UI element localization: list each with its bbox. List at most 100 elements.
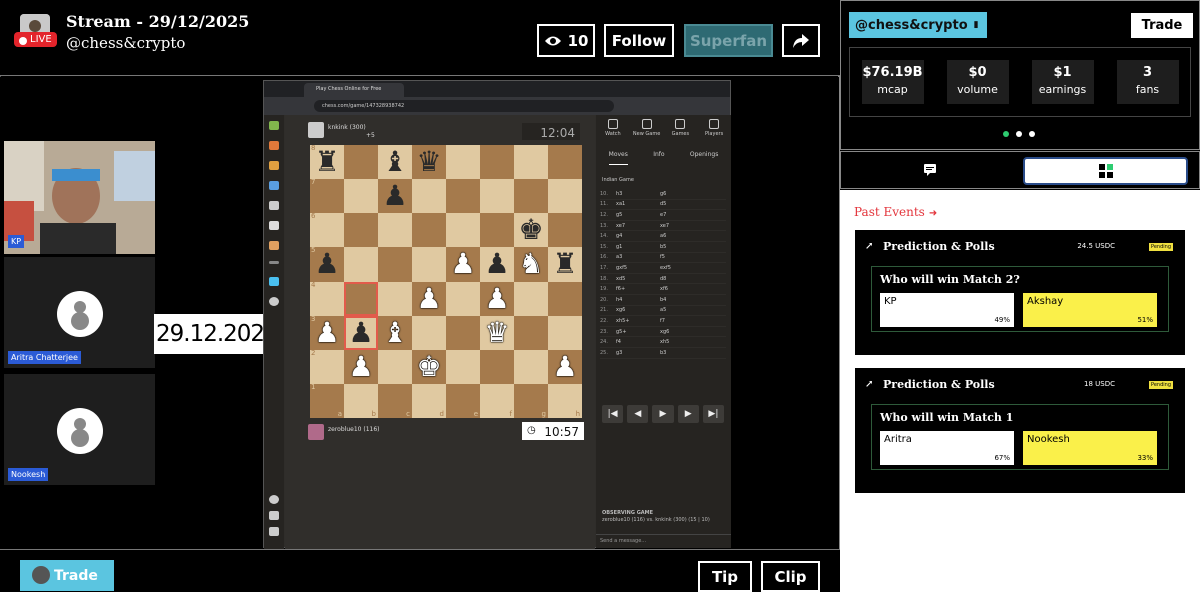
superfan-button[interactable]: Superfan: [684, 24, 773, 57]
board-square[interactable]: [514, 315, 548, 350]
move-row[interactable]: 18. xd5 d8: [600, 274, 726, 285]
white-king-piece[interactable]: ♚: [416, 352, 441, 381]
follow-button[interactable]: Follow: [604, 24, 674, 57]
board-square[interactable]: ♟: [378, 179, 412, 214]
board-square[interactable]: ♚: [514, 213, 548, 248]
board-square[interactable]: [378, 349, 412, 384]
board-square[interactable]: ♜: [548, 247, 582, 282]
board-square[interactable]: [446, 281, 480, 316]
board-square[interactable]: [446, 349, 480, 384]
move-row[interactable]: 17. gxf5 exf5: [600, 263, 726, 274]
board-square[interactable]: ♞: [514, 247, 548, 282]
board-square[interactable]: [480, 349, 514, 384]
poll-card[interactable]: ↗ Prediction & Polls 18 USDC Pending Who…: [855, 368, 1185, 493]
black-rook-piece[interactable]: ♜: [552, 250, 577, 278]
board-square[interactable]: ♝: [378, 315, 412, 350]
watch-tab[interactable]: Watch: [598, 119, 628, 149]
board-square[interactable]: 1a: [310, 383, 344, 418]
board-square[interactable]: [344, 145, 378, 180]
tab-chat[interactable]: [841, 152, 1021, 188]
carousel-dots[interactable]: [1003, 131, 1035, 137]
trade-button[interactable]: Trade: [20, 560, 114, 591]
board-square[interactable]: h: [548, 383, 582, 418]
board-square[interactable]: ♛: [480, 315, 514, 350]
board-square[interactable]: [412, 315, 446, 350]
move-row[interactable]: 24. f4 xh5: [600, 337, 726, 348]
new-game-tab[interactable]: New Game: [632, 119, 662, 149]
board-square[interactable]: [480, 145, 514, 180]
board-square[interactable]: ♟: [344, 349, 378, 384]
players-tab[interactable]: Players: [699, 119, 729, 149]
board-square[interactable]: [548, 145, 582, 180]
stream-username[interactable]: @chess&crypto: [66, 34, 185, 52]
prev-move-button[interactable]: ◀: [627, 405, 649, 423]
move-row[interactable]: 19. f6+ xf6: [600, 284, 726, 295]
white-pawn-piece[interactable]: ♟: [450, 250, 475, 278]
board-square[interactable]: ♟: [548, 349, 582, 384]
board-square[interactable]: [548, 281, 582, 316]
black-rook-piece[interactable]: ♜: [314, 148, 339, 176]
board-square[interactable]: [344, 179, 378, 214]
move-row[interactable]: 16. a3 f5: [600, 253, 726, 264]
poll-option[interactable]: Akshay 51%: [1023, 293, 1157, 327]
board-square[interactable]: [548, 315, 582, 350]
board-square[interactable]: d: [412, 383, 446, 418]
black-pawn-piece[interactable]: ♟: [348, 318, 373, 347]
sidebar-trade-button[interactable]: Trade: [1131, 13, 1193, 38]
black-king-piece[interactable]: ♚: [518, 216, 543, 244]
white-pawn-piece[interactable]: ♟: [314, 318, 339, 347]
board-square[interactable]: [412, 179, 446, 214]
board-square[interactable]: [378, 281, 412, 316]
move-row[interactable]: 25. g3 b3: [600, 348, 726, 359]
message-input[interactable]: Send a message...: [596, 534, 731, 548]
tab-moves[interactable]: Moves: [608, 151, 628, 165]
board-square[interactable]: [548, 179, 582, 214]
board-square[interactable]: [480, 213, 514, 248]
board-square[interactable]: c: [378, 383, 412, 418]
move-row[interactable]: 23. g5+ xg6: [600, 327, 726, 338]
black-pawn-piece[interactable]: ♟: [314, 250, 339, 278]
board-square[interactable]: ♟: [446, 247, 480, 282]
tab-markets[interactable]: [1023, 157, 1188, 185]
black-pawn-piece[interactable]: ♟: [382, 182, 407, 210]
tab-openings[interactable]: Openings: [690, 151, 718, 165]
move-row[interactable]: 14. g4 a6: [600, 231, 726, 242]
move-row[interactable]: 15. g1 b5: [600, 242, 726, 253]
games-tab[interactable]: Games: [665, 119, 695, 149]
board-square[interactable]: [446, 145, 480, 180]
board-square[interactable]: [514, 179, 548, 214]
board-square[interactable]: 4: [310, 281, 344, 316]
board-square[interactable]: [344, 213, 378, 248]
black-bishop-piece[interactable]: ♝: [382, 148, 407, 176]
move-row[interactable]: 11. xa1 d5: [600, 200, 726, 211]
board-square[interactable]: [412, 213, 446, 248]
poll-option[interactable]: Nookesh 33%: [1023, 431, 1157, 465]
white-knight-piece[interactable]: ♞: [518, 250, 543, 278]
board-square[interactable]: [514, 281, 548, 316]
board-square[interactable]: ♛: [412, 145, 446, 180]
board-square[interactable]: [344, 247, 378, 282]
board-square[interactable]: [514, 349, 548, 384]
move-row[interactable]: 20. h4 b4: [600, 295, 726, 306]
participant-tile-kp[interactable]: KP: [4, 141, 155, 254]
board-square[interactable]: ♟: [480, 247, 514, 282]
board-square[interactable]: ♟: [480, 281, 514, 316]
poll-option[interactable]: KP 49%: [880, 293, 1014, 327]
board-square[interactable]: [344, 281, 378, 316]
board-square[interactable]: [446, 213, 480, 248]
viewers-count-button[interactable]: 10: [537, 24, 595, 57]
board-square[interactable]: [412, 247, 446, 282]
board-square[interactable]: g: [514, 383, 548, 418]
board-square[interactable]: [378, 247, 412, 282]
tip-button[interactable]: Tip: [698, 561, 752, 592]
board-square[interactable]: 6: [310, 213, 344, 248]
poll-card[interactable]: ↗ Prediction & Polls 24.5 USDC Pending W…: [855, 230, 1185, 355]
play-button[interactable]: ▶: [652, 405, 674, 423]
white-bishop-piece[interactable]: ♝: [382, 318, 407, 347]
participant-tile-aritra[interactable]: Aritra Chatterjee: [4, 257, 155, 370]
board-square[interactable]: [548, 213, 582, 248]
clip-button[interactable]: Clip: [761, 561, 820, 592]
board-square[interactable]: 8 ♜: [310, 145, 344, 180]
white-pawn-piece[interactable]: ♟: [348, 352, 373, 381]
black-pawn-piece[interactable]: ♟: [484, 250, 509, 278]
